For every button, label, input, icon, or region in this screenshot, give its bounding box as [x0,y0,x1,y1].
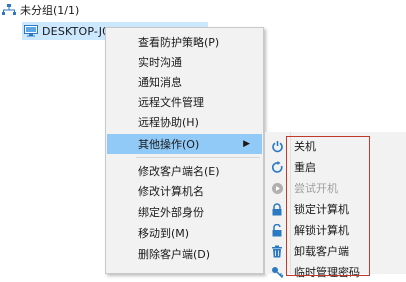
menu-item-label: 其他操作(O) [138,138,200,151]
unlock-icon [270,223,284,237]
menu-item-label: 远程文件管理 [138,96,204,109]
menu-item-label: 绑定外部身份 [138,206,204,219]
menu-item-label: 实时沟通 [138,56,182,69]
menu-item-label: 远程协助(H) [138,116,199,129]
menu-item-view-policy[interactable]: 查看防护策略(P) [107,32,262,52]
menu-item-bind-identity[interactable]: 绑定外部身份 [107,202,262,222]
menu-item-move-to[interactable]: 移动到(M) [107,223,262,243]
menu-item-label: 查看防护策略(P) [138,36,220,49]
menu-separator [136,157,260,158]
context-menu: 查看防护策略(P) 实时沟通 通知消息 远程文件管理 远程协助(H) 其他操作(… [105,27,264,274]
play-icon [270,181,284,195]
menu-item-remote-files[interactable]: 远程文件管理 [107,92,262,112]
trash-icon [270,244,284,258]
menu-item-other-actions[interactable]: 其他操作(O) ▶ [107,134,262,154]
group-icon [2,4,16,16]
menu-item-label: 通知消息 [138,76,182,89]
tree-group-label: 未分组(1/1) [20,4,80,17]
menu-item-label: 移动到(M) [138,227,190,240]
menu-item-label: 删除客户端(D) [138,248,211,261]
menu-item-label: 修改客户端名(E) [138,165,220,178]
menu-item-label: 修改计算机名 [138,185,204,198]
menu-item-realtime-chat[interactable]: 实时沟通 [107,52,262,72]
annotation-highlight-box [286,136,370,276]
menu-item-remote-assist[interactable]: 远程协助(H) [107,112,262,132]
power-icon [270,139,284,153]
tree-group-ungrouped[interactable]: 未分组(1/1) [0,2,79,18]
lock-icon [270,202,284,216]
menu-item-rename-computer[interactable]: 修改计算机名 [107,181,262,201]
menu-item-delete-client[interactable]: 删除客户端(D) [107,244,262,264]
key-icon [270,265,284,279]
menu-item-rename-client[interactable]: 修改客户端名(E) [107,161,262,181]
restart-icon [270,160,284,174]
menu-item-notifications[interactable]: 通知消息 [107,72,262,92]
computer-icon [24,25,38,37]
submenu-other-actions: 关机 重启 尝试开机 锁定计算机 解锁计算机 卸载客户端 临时管理密码 [264,132,406,279]
submenu-arrow-icon: ▶ [243,139,250,149]
